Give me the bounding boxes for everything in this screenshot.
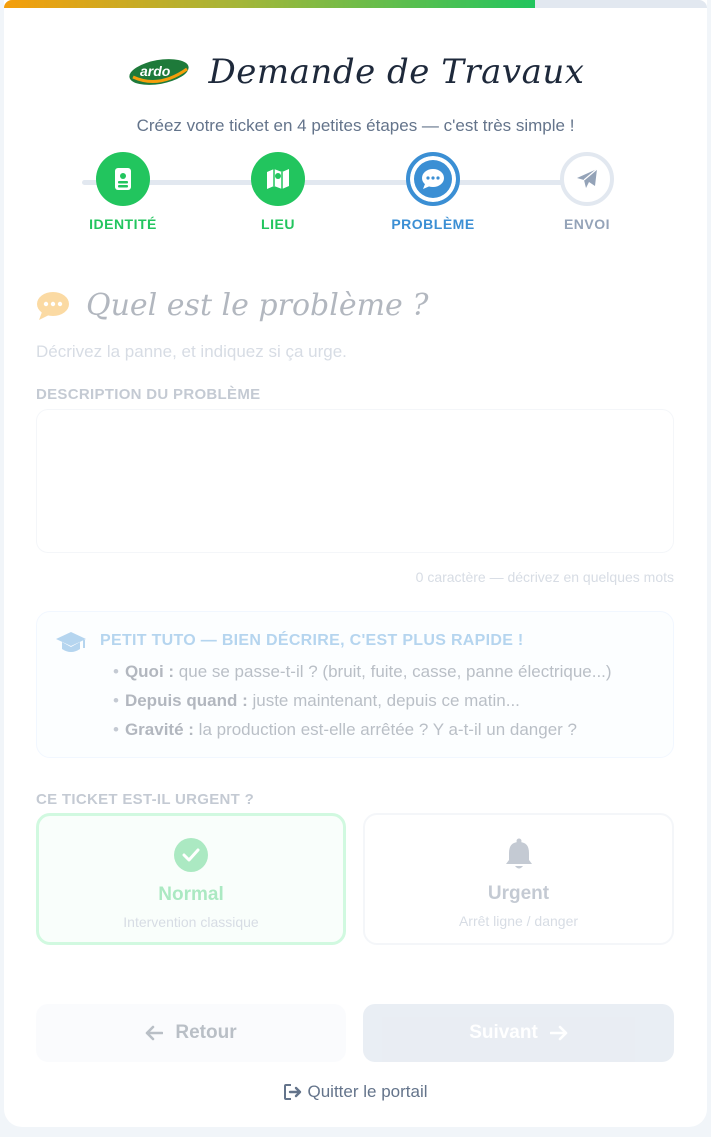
section-title: Quel est le problème ? xyxy=(86,288,429,323)
map-icon xyxy=(267,169,289,189)
paper-plane-icon xyxy=(577,168,598,188)
step-probleme[interactable]: PROBLÈME xyxy=(373,152,493,232)
step-identite[interactable]: IDENTITÉ xyxy=(63,152,183,232)
description-textarea[interactable] xyxy=(36,409,674,553)
form-card: ardo Demande de Travaux Créez votre tick… xyxy=(4,0,707,1127)
progress-bar xyxy=(4,0,707,8)
step-circle xyxy=(406,152,460,206)
progress-bar-fill xyxy=(4,0,535,8)
urgency-option-name: Urgent xyxy=(487,883,550,904)
id-card-icon xyxy=(115,168,131,190)
step-envoi[interactable]: ENVOI xyxy=(527,152,647,232)
urgency-option-sub: Intervention classique xyxy=(123,914,259,930)
step-label: IDENTITÉ xyxy=(89,216,157,232)
urgency-label: CE TICKET EST-IL URGENT ? xyxy=(36,791,255,808)
page-title: Demande de Travaux xyxy=(208,52,585,92)
graduation-cap-icon xyxy=(56,632,86,652)
section-description: Décrivez la panne, et indiquez si ça urg… xyxy=(36,342,347,361)
urgency-option-sub: Arrêt ligne / danger xyxy=(458,913,579,929)
sign-out-icon xyxy=(283,1084,301,1100)
description-label: DESCRIPTION DU PROBLÈME xyxy=(36,386,261,403)
urgency-option-name: Normal xyxy=(158,884,224,905)
arrow-left-icon xyxy=(146,1025,164,1041)
quit-portal-link[interactable]: Quitter le portail xyxy=(4,1082,707,1102)
step-label: ENVOI xyxy=(563,216,611,232)
step-label: PROBLÈME xyxy=(391,216,475,232)
step-circle xyxy=(560,152,614,206)
step-lieu[interactable]: LIEU xyxy=(218,152,338,232)
check-circle-icon xyxy=(174,838,208,872)
next-button-label: Suivant xyxy=(469,1022,538,1043)
tuto-item: • Gravité : la production est-elle arrêté… xyxy=(113,720,577,739)
next-button[interactable]: Suivant xyxy=(363,1004,674,1062)
tuto-title: PETIT TUTO — BIEN DÉCRIRE, C'EST PLUS RA… xyxy=(100,632,524,649)
svg-text:ardo: ardo xyxy=(140,63,171,79)
section-heading: Quel est le problème ? xyxy=(36,288,428,323)
back-button[interactable]: Retour xyxy=(36,1004,346,1062)
stepper: IDENTITÉ LIEU PROBLÈME ENVOI xyxy=(4,152,707,242)
char-counter: 0 caractère — décrivez en quelques mots xyxy=(415,569,674,585)
tuto-box: PETIT TUTO — BIEN DÉCRIRE, C'EST PLUS RA… xyxy=(36,611,674,758)
arrow-right-icon xyxy=(549,1025,568,1041)
tuto-item: • Quoi : que se passe-t-il ? (bruit, fuit… xyxy=(113,662,612,681)
quit-portal-label: Quitter le portail xyxy=(307,1082,428,1101)
step-circle xyxy=(251,152,305,206)
speech-bubble-icon xyxy=(37,291,69,320)
step-circle xyxy=(96,152,150,206)
header: ardo Demande de Travaux xyxy=(4,44,707,100)
page-subtitle: Créez votre ticket en 4 petites étapes —… xyxy=(136,116,575,135)
back-button-label: Retour xyxy=(175,1022,237,1043)
ardo-logo: ardo xyxy=(127,55,191,89)
urgency-option-normal[interactable]: Normal Intervention classique xyxy=(36,813,346,945)
urgency-option-urgent[interactable]: Urgent Arrêt ligne / danger xyxy=(363,813,674,945)
bell-icon xyxy=(502,837,536,871)
step-label: LIEU xyxy=(261,216,295,232)
chat-icon xyxy=(422,169,444,189)
tuto-item: • Depuis quand : juste maintenant, depuis… xyxy=(113,691,520,710)
